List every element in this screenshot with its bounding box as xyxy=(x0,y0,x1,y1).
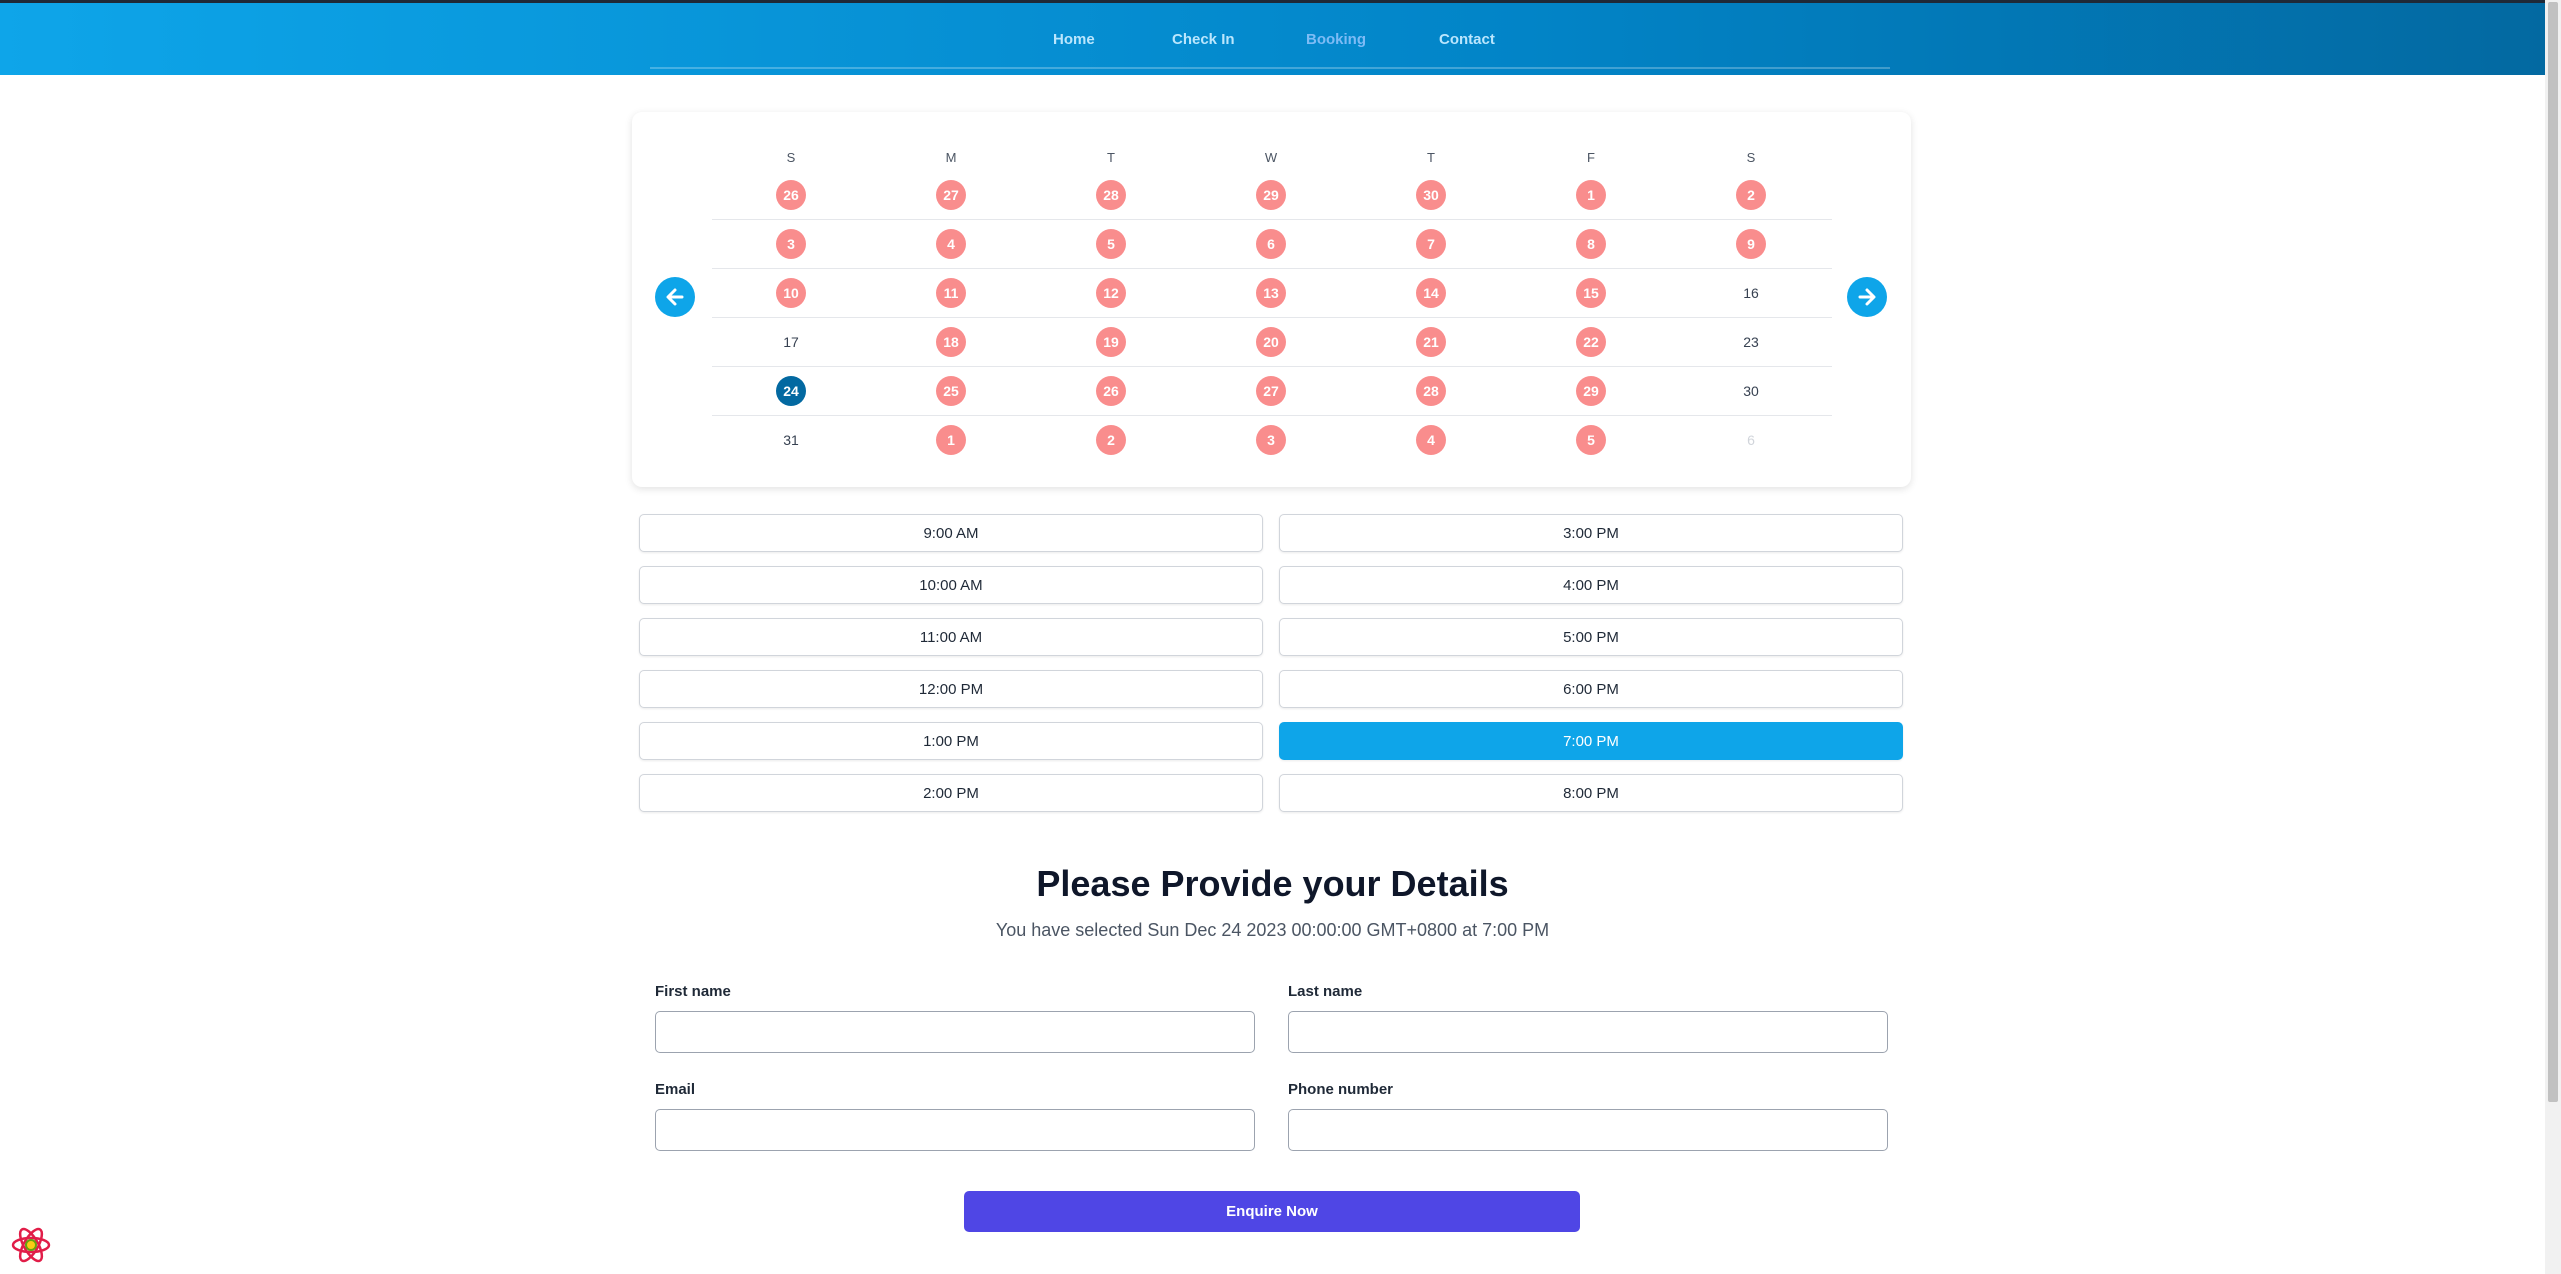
time-slot-button[interactable]: 11:00 AM xyxy=(639,618,1263,656)
calendar-day-booked[interactable]: 21 xyxy=(1416,327,1446,357)
calendar-day-booked[interactable]: 4 xyxy=(936,229,966,259)
calendar-day-booked[interactable]: 29 xyxy=(1256,180,1286,210)
scrollbar-thumb[interactable] xyxy=(2548,2,2558,1102)
weekday-header: M xyxy=(945,150,957,165)
main-nav: Home Check In Booking Contact xyxy=(650,3,1890,69)
calendar-day-booked[interactable]: 14 xyxy=(1416,278,1446,308)
next-month-button[interactable] xyxy=(1847,277,1887,317)
weekday-header: S xyxy=(1746,150,1756,165)
calendar-row-divider xyxy=(712,219,1832,220)
calendar-card: S M T W T F S 26 27 28 29 30 1 2 3 4 5 6 7 8 9 10 11 12 13 14 15 16… xyxy=(632,112,1911,487)
calendar-day-booked[interactable]: 1 xyxy=(936,425,966,455)
first-name-field[interactable] xyxy=(655,1011,1255,1053)
nav-contact[interactable]: Contact xyxy=(1439,31,1495,48)
calendar-day-booked[interactable]: 3 xyxy=(1256,425,1286,455)
prev-month-button[interactable] xyxy=(655,277,695,317)
last-name-label: Last name xyxy=(1288,983,1363,1000)
calendar-day-booked[interactable]: 3 xyxy=(776,229,806,259)
time-slot-button[interactable]: 7:00 PM xyxy=(1279,722,1903,760)
calendar-day-booked[interactable]: 27 xyxy=(936,180,966,210)
calendar-day-booked[interactable]: 8 xyxy=(1576,229,1606,259)
nav-home[interactable]: Home xyxy=(1053,31,1095,48)
time-slot-button[interactable]: 1:00 PM xyxy=(639,722,1263,760)
details-title: Please Provide your Details xyxy=(1036,863,1509,904)
calendar-day-free[interactable]: 16 xyxy=(1736,278,1766,308)
nav-booking[interactable]: Booking xyxy=(1306,31,1366,48)
calendar-day-booked[interactable]: 22 xyxy=(1576,327,1606,357)
time-slot-button[interactable]: 4:00 PM xyxy=(1279,566,1903,604)
calendar-day-booked[interactable]: 25 xyxy=(936,376,966,406)
weekday-header: F xyxy=(1587,150,1595,165)
calendar-day-booked[interactable]: 20 xyxy=(1256,327,1286,357)
enquire-now-button[interactable]: Enquire Now xyxy=(964,1191,1580,1232)
calendar-day-booked[interactable]: 1 xyxy=(1576,180,1606,210)
calendar-day-booked[interactable]: 28 xyxy=(1096,180,1126,210)
calendar-day-booked[interactable]: 13 xyxy=(1256,278,1286,308)
time-slot-button[interactable]: 6:00 PM xyxy=(1279,670,1903,708)
time-slot-button[interactable]: 3:00 PM xyxy=(1279,514,1903,552)
arrow-left-icon xyxy=(666,288,684,306)
calendar-row-divider xyxy=(712,268,1832,269)
last-name-field[interactable] xyxy=(1288,1011,1888,1053)
calendar-day-selected[interactable]: 24 xyxy=(776,376,806,406)
calendar-day-booked[interactable]: 9 xyxy=(1736,229,1766,259)
weekday-header: T xyxy=(1107,150,1115,165)
calendar-day-booked[interactable]: 18 xyxy=(936,327,966,357)
calendar-day-booked[interactable]: 30 xyxy=(1416,180,1446,210)
calendar-row-divider xyxy=(712,415,1832,416)
react-devtools-icon[interactable] xyxy=(10,1224,52,1266)
nav-check-in[interactable]: Check In xyxy=(1172,31,1235,48)
time-slot-button[interactable]: 9:00 AM xyxy=(639,514,1263,552)
calendar-day-booked[interactable]: 5 xyxy=(1096,229,1126,259)
arrow-right-icon xyxy=(1858,288,1876,306)
calendar-day-booked[interactable]: 29 xyxy=(1576,376,1606,406)
calendar-row-divider xyxy=(712,366,1832,367)
calendar-day-free[interactable]: 17 xyxy=(776,327,806,357)
calendar-day-booked[interactable]: 5 xyxy=(1576,425,1606,455)
time-slot-button[interactable]: 2:00 PM xyxy=(639,774,1263,812)
email-label: Email xyxy=(655,1081,696,1098)
calendar-day-free[interactable]: 30 xyxy=(1736,376,1766,406)
calendar-day-booked[interactable]: 12 xyxy=(1096,278,1126,308)
calendar-day-booked[interactable]: 2 xyxy=(1736,180,1766,210)
calendar-day-booked[interactable]: 15 xyxy=(1576,278,1606,308)
first-name-label: First name xyxy=(655,983,731,1000)
time-slot-button[interactable]: 8:00 PM xyxy=(1279,774,1903,812)
calendar-day-free[interactable]: 23 xyxy=(1736,327,1766,357)
calendar-row-divider xyxy=(712,317,1832,318)
time-slot-button[interactable]: 12:00 PM xyxy=(639,670,1263,708)
selection-summary: You have selected Sun Dec 24 2023 00:00:… xyxy=(995,920,1550,940)
calendar-day-booked[interactable]: 11 xyxy=(936,278,966,308)
calendar-day-booked[interactable]: 2 xyxy=(1096,425,1126,455)
calendar-day-booked[interactable]: 28 xyxy=(1416,376,1446,406)
calendar-day-booked[interactable]: 26 xyxy=(1096,376,1126,406)
calendar-day-booked[interactable]: 26 xyxy=(776,180,806,210)
weekday-header: T xyxy=(1427,150,1435,165)
phone-field[interactable] xyxy=(1288,1109,1888,1151)
calendar-day-booked[interactable]: 19 xyxy=(1096,327,1126,357)
calendar-day-free[interactable]: 31 xyxy=(776,425,806,455)
email-field[interactable] xyxy=(655,1109,1255,1151)
calendar-day-booked[interactable]: 6 xyxy=(1256,229,1286,259)
page-scrollbar[interactable] xyxy=(2545,0,2561,1274)
time-slot-button[interactable]: 10:00 AM xyxy=(639,566,1263,604)
calendar-day-booked[interactable]: 4 xyxy=(1416,425,1446,455)
time-slot-button[interactable]: 5:00 PM xyxy=(1279,618,1903,656)
calendar-day-booked[interactable]: 10 xyxy=(776,278,806,308)
phone-label: Phone number xyxy=(1288,1081,1394,1098)
calendar-day-muted: 6 xyxy=(1747,432,1755,448)
calendar-day-booked[interactable]: 27 xyxy=(1256,376,1286,406)
calendar-day-booked[interactable]: 7 xyxy=(1416,229,1446,259)
weekday-header: W xyxy=(1264,150,1278,165)
top-header: Home Check In Booking Contact xyxy=(0,0,2545,75)
weekday-header: S xyxy=(786,150,796,165)
